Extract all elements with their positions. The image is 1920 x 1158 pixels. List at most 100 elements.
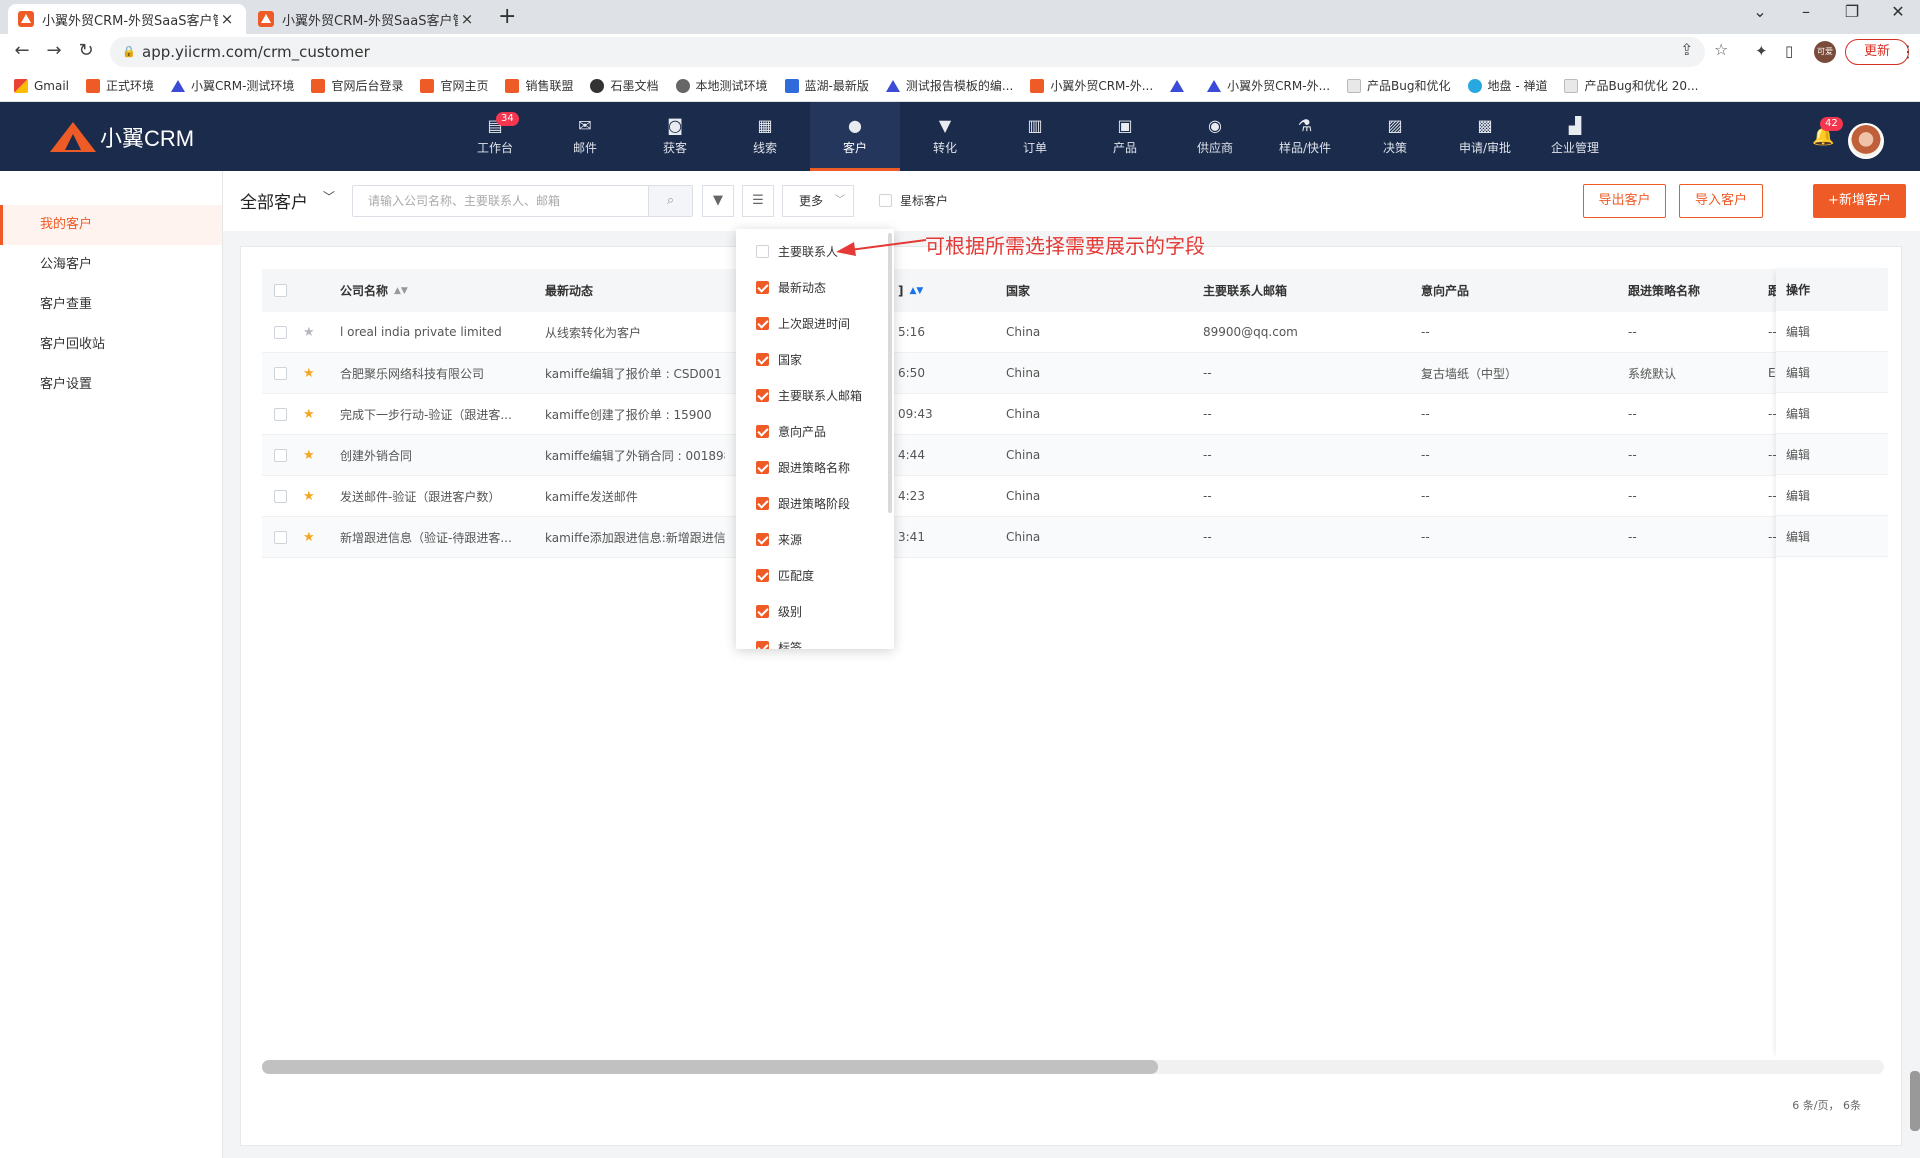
horizontal-scrollbar[interactable] — [262, 1060, 1884, 1074]
window-scrollbar[interactable] — [1910, 1071, 1920, 1131]
sort-icon[interactable]: ▲▼ — [394, 286, 408, 296]
header-last-follow[interactable]: ] ▲▼ — [898, 269, 923, 312]
cell-company[interactable]: 合肥聚乐网络科技有限公司 — [340, 353, 484, 393]
back-icon[interactable]: ← — [8, 40, 36, 61]
nav-item-11[interactable]: ▩ 申请/审批 — [1440, 102, 1530, 171]
nav-item-12[interactable]: ▟ 企业管理 — [1530, 102, 1620, 171]
search-icon[interactable]: ⌕ — [648, 186, 692, 216]
column-option[interactable]: 主要联系人 — [756, 243, 838, 260]
extensions-icon[interactable]: ✦ — [1755, 42, 1768, 60]
edit-link[interactable]: 编辑 — [1776, 311, 1888, 352]
profile-avatar[interactable]: 可爱 — [1814, 41, 1836, 63]
table-row[interactable]: ★ 合肥聚乐网络科技有限公司 kamiffe编辑了报价单 : CSD001 6:50 C… — [262, 353, 1884, 394]
filter-icon[interactable]: ▼ — [702, 185, 734, 217]
bookmark-item[interactable]: 小翼外贸CRM-外... — [1030, 77, 1153, 94]
column-option[interactable]: 来源 — [756, 531, 802, 548]
column-option-checkbox[interactable] — [756, 569, 769, 582]
menu-kebab-icon[interactable]: ⋮ — [1900, 42, 1916, 61]
side-panel-icon[interactable]: ▯ — [1785, 42, 1793, 60]
header-company[interactable]: 公司名称 ▲▼ — [340, 269, 408, 312]
table-row[interactable]: ★ 创建外销合同 kamiffe编辑了外销合同 : 0018989 4:44 China… — [262, 435, 1884, 476]
nav-item-10[interactable]: ▨ 决策 — [1350, 102, 1440, 171]
cell-company[interactable]: 发送邮件-验证（跟进客户数） — [340, 476, 500, 516]
row-checkbox[interactable] — [274, 312, 287, 352]
star-icon[interactable]: ★ — [303, 476, 315, 516]
add-customer-button[interactable]: +新增客户 — [1813, 184, 1906, 218]
row-checkbox[interactable] — [274, 517, 287, 557]
sidebar-item-1[interactable]: 公海客户 — [0, 245, 222, 285]
edit-link[interactable]: 编辑 — [1776, 393, 1888, 434]
row-checkbox[interactable] — [274, 435, 287, 475]
bookmark-item[interactable]: Gmail — [14, 78, 69, 93]
table-row[interactable]: ★ 完成下一步行动-验证（跟进客... kamiffe创建了报价单 : 15900 0… — [262, 394, 1884, 435]
nav-item-5[interactable]: ▼ 转化 — [900, 102, 990, 171]
sidebar-item-2[interactable]: 客户查重 — [0, 285, 222, 325]
scope-selector[interactable]: 全部客户 — [240, 188, 308, 213]
column-option-checkbox[interactable] — [756, 425, 769, 438]
share-icon[interactable]: ⇪ — [1680, 40, 1693, 59]
column-option[interactable]: 意向产品 — [756, 423, 826, 440]
bookmark-item[interactable]: 测试报告模板的编... — [885, 77, 1013, 94]
bookmark-item[interactable]: 石墨文档 — [590, 77, 659, 94]
bookmark-item[interactable]: 产品Bug和优化 20... — [1564, 77, 1698, 94]
sidebar-item-4[interactable]: 客户设置 — [0, 365, 222, 405]
restore-icon[interactable]: ❐ — [1832, 2, 1872, 21]
minimize-icon[interactable]: – — [1786, 2, 1826, 21]
bookmark-item[interactable]: 小翼外贸CRM-外... — [1207, 77, 1330, 94]
search-input[interactable] — [353, 186, 653, 216]
edit-link[interactable]: 编辑 — [1776, 352, 1888, 393]
export-customers-button[interactable]: 导出客户 — [1583, 184, 1666, 218]
column-option[interactable]: 主要联系人邮箱 — [756, 387, 862, 404]
nav-item-2[interactable]: ◙ 获客 — [630, 102, 720, 171]
bookmark-item[interactable] — [1170, 79, 1190, 92]
dropdown-scrollbar[interactable] — [888, 233, 892, 513]
column-option-checkbox[interactable] — [756, 281, 769, 294]
browser-tab[interactable]: 小翼外贸CRM-外贸SaaS客户管理 × — [248, 4, 486, 34]
column-option-checkbox[interactable] — [756, 497, 769, 510]
bookmark-item[interactable]: 官网主页 — [420, 77, 488, 94]
nav-item-7[interactable]: ▣ 产品 — [1080, 102, 1170, 171]
more-select[interactable]: 更多 ﹀ — [782, 185, 854, 217]
edit-link[interactable]: 编辑 — [1776, 475, 1888, 516]
bookmark-item[interactable]: 蓝湖-最新版 — [784, 77, 869, 94]
nav-item-3[interactable]: ▦ 线索 — [720, 102, 810, 171]
column-settings-icon[interactable]: ☰ — [742, 185, 774, 217]
nav-item-4[interactable]: ● 客户 — [810, 102, 900, 171]
sidebar-item-3[interactable]: 客户回收站 — [0, 325, 222, 365]
column-option-checkbox[interactable] — [756, 353, 769, 366]
new-tab-button[interactable]: + — [498, 4, 516, 29]
forward-icon[interactable]: → — [40, 40, 68, 61]
nav-item-1[interactable]: ✉ 邮件 — [540, 102, 630, 171]
column-option[interactable]: 匹配度 — [756, 567, 814, 584]
chevron-down-icon[interactable]: ﹀ — [323, 188, 335, 205]
table-row[interactable]: ★ l oreal india private limited 从线索转化为客户 5:… — [262, 312, 1884, 353]
column-option[interactable]: 跟进策略阶段 — [756, 495, 850, 512]
cell-company[interactable]: 完成下一步行动-验证（跟进客... — [340, 394, 512, 434]
bookmark-item[interactable]: 地盘 - 禅道 — [1467, 77, 1547, 94]
column-option[interactable]: 国家 — [756, 351, 802, 368]
bookmark-item[interactable]: 产品Bug和优化 — [1347, 77, 1451, 94]
bookmark-item[interactable]: 销售联盟 — [505, 77, 573, 94]
bookmark-star-icon[interactable]: ☆ — [1714, 40, 1728, 59]
nav-item-6[interactable]: ▥ 订单 — [990, 102, 1080, 171]
bookmark-item[interactable]: 本地测试环境 — [675, 77, 768, 94]
column-option-checkbox[interactable] — [756, 461, 769, 474]
sort-icon[interactable]: ▲▼ — [909, 286, 923, 296]
cell-company[interactable]: l oreal india private limited — [340, 312, 502, 352]
column-option[interactable]: 标签 — [756, 639, 802, 649]
column-option-checkbox[interactable] — [756, 533, 769, 546]
edit-link[interactable]: 编辑 — [1776, 516, 1888, 557]
column-option-checkbox[interactable] — [756, 641, 769, 649]
column-option-checkbox[interactable] — [756, 389, 769, 402]
import-customers-button[interactable]: 导入客户 — [1679, 184, 1763, 218]
reload-icon[interactable]: ↻ — [72, 40, 100, 61]
nav-item-9[interactable]: ⚗ 样品/快件 — [1260, 102, 1350, 171]
tab-search-icon[interactable]: ⌄ — [1740, 2, 1780, 21]
bookmark-item[interactable]: 正式环境 — [86, 77, 154, 94]
row-checkbox[interactable] — [274, 394, 287, 434]
cell-company[interactable]: 新增跟进信息（验证-待跟进客... — [340, 517, 512, 557]
app-logo[interactable]: 小翼CRM — [50, 120, 194, 154]
cell-company[interactable]: 创建外销合同 — [340, 435, 412, 475]
row-checkbox[interactable] — [274, 353, 287, 393]
close-window-icon[interactable]: ✕ — [1878, 2, 1918, 21]
